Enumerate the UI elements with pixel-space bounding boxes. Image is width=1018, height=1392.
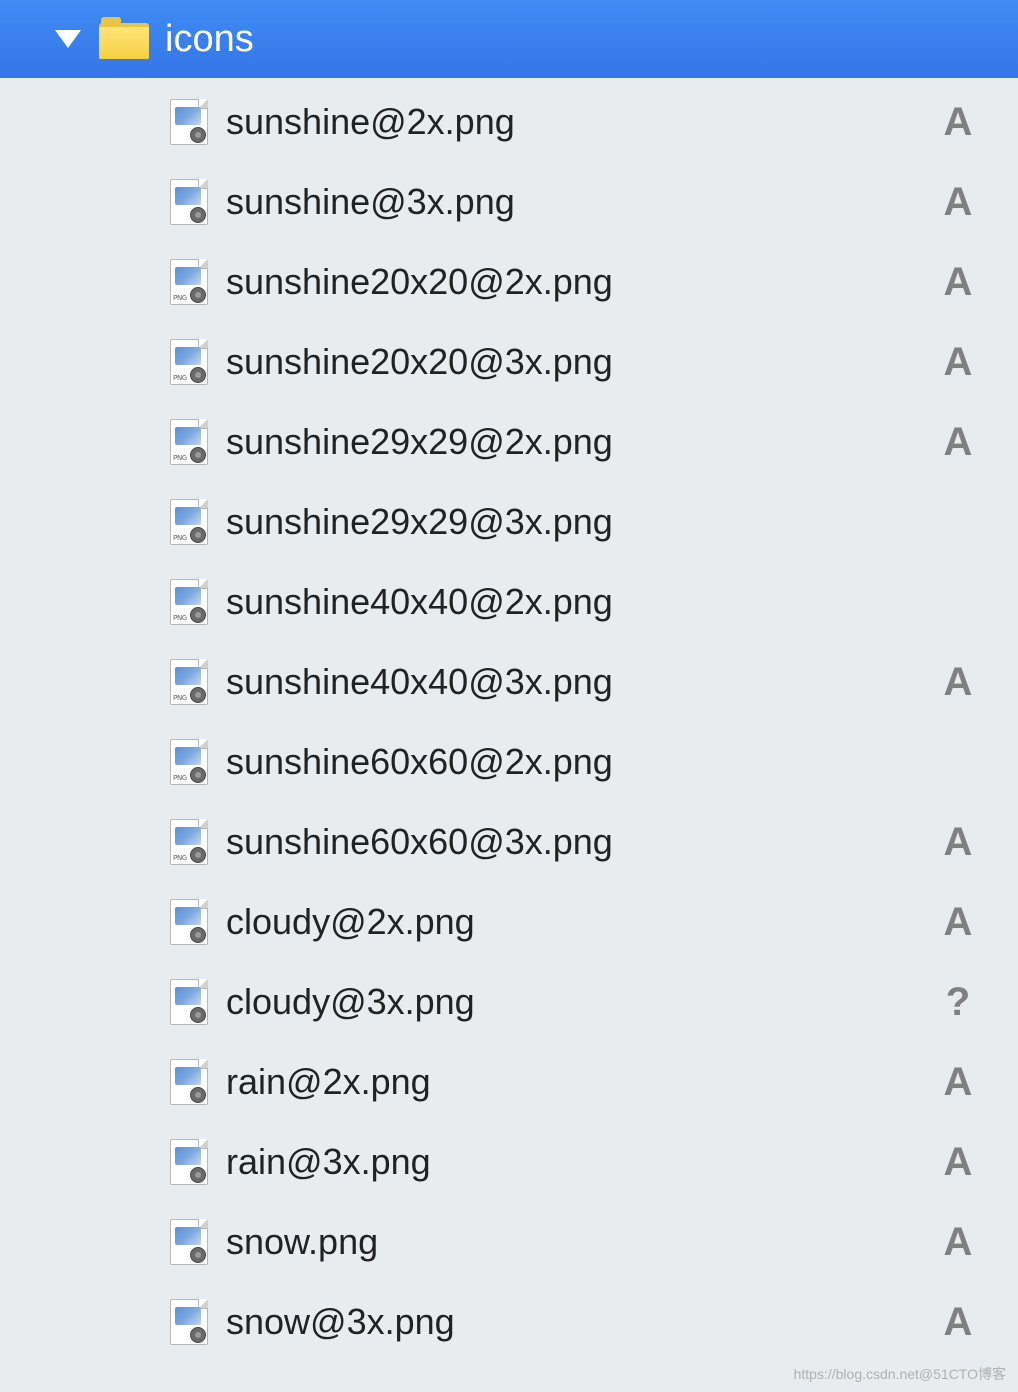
file-name: sunshine40x40@2x.png [226,581,938,623]
file-row[interactable]: cloudy@3x.png? [0,962,1018,1042]
file-row[interactable]: snow.pngA [0,1202,1018,1282]
file-row[interactable]: cloudy@2x.pngA [0,882,1018,962]
png-file-icon [170,1139,208,1185]
png-badge: PNG [173,695,187,702]
vcs-status-badge: A [938,660,978,705]
file-list: sunshine@2x.pngAsunshine@3x.pngAPNGsunsh… [0,78,1018,1362]
png-file-icon: PNG [170,499,208,545]
png-file-icon [170,1219,208,1265]
png-file-icon [170,979,208,1025]
file-row[interactable]: PNG sunshine20x20@3x.pngA [0,322,1018,402]
png-file-icon: PNG [170,739,208,785]
file-name: sunshine60x60@2x.png [226,741,938,783]
folder-icon [99,19,149,59]
file-row[interactable]: snow@3x.pngA [0,1282,1018,1362]
vcs-status-badge: A [938,100,978,145]
png-file-icon [170,99,208,145]
file-name: sunshine20x20@2x.png [226,261,938,303]
file-row[interactable]: sunshine@3x.pngA [0,162,1018,242]
file-row[interactable]: PNG sunshine60x60@3x.pngA [0,802,1018,882]
vcs-status-badge: A [938,260,978,305]
vcs-status-badge: ? [938,980,978,1025]
file-row[interactable]: sunshine@2x.pngA [0,82,1018,162]
file-row[interactable]: rain@2x.pngA [0,1042,1018,1122]
vcs-status-badge: A [938,1300,978,1345]
png-file-icon [170,179,208,225]
disclosure-triangle-icon[interactable] [55,30,81,48]
png-badge: PNG [173,295,187,302]
png-file-icon: PNG [170,579,208,625]
file-name: cloudy@3x.png [226,981,938,1023]
png-badge: PNG [173,615,187,622]
vcs-status-badge: A [938,340,978,385]
file-row[interactable]: PNG sunshine60x60@2x.png [0,722,1018,802]
file-row[interactable]: PNG sunshine40x40@2x.png [0,562,1018,642]
file-name: sunshine@2x.png [226,101,938,143]
vcs-status-badge: A [938,1220,978,1265]
watermark-text: https://blog.csdn.net@51CTO博客 [794,1364,1006,1384]
file-row[interactable]: PNG sunshine29x29@3x.png [0,482,1018,562]
png-file-icon: PNG [170,259,208,305]
file-row[interactable]: rain@3x.pngA [0,1122,1018,1202]
file-name: snow.png [226,1221,938,1263]
file-name: sunshine20x20@3x.png [226,341,938,383]
png-badge: PNG [173,535,187,542]
file-name: cloudy@2x.png [226,901,938,943]
vcs-status-badge: A [938,1060,978,1105]
file-name: sunshine29x29@2x.png [226,421,938,463]
file-row[interactable]: PNG sunshine29x29@2x.pngA [0,402,1018,482]
file-name: rain@2x.png [226,1061,938,1103]
file-row[interactable]: PNG sunshine40x40@3x.pngA [0,642,1018,722]
file-name: sunshine29x29@3x.png [226,501,938,543]
png-badge: PNG [173,855,187,862]
png-file-icon [170,1059,208,1105]
file-name: sunshine@3x.png [226,181,938,223]
png-file-icon: PNG [170,659,208,705]
png-file-icon: PNG [170,819,208,865]
png-file-icon: PNG [170,419,208,465]
vcs-status-badge: A [938,1140,978,1185]
png-file-icon: PNG [170,339,208,385]
file-name: sunshine40x40@3x.png [226,661,938,703]
png-file-icon [170,899,208,945]
png-badge: PNG [173,375,187,382]
vcs-status-badge: A [938,180,978,225]
vcs-status-badge: A [938,820,978,865]
png-badge: PNG [173,775,187,782]
file-name: rain@3x.png [226,1141,938,1183]
folder-name: icons [165,18,254,61]
vcs-status-badge: A [938,900,978,945]
file-name: snow@3x.png [226,1301,938,1343]
file-row[interactable]: PNG sunshine20x20@2x.pngA [0,242,1018,322]
png-file-icon [170,1299,208,1345]
file-name: sunshine60x60@3x.png [226,821,938,863]
vcs-status-badge: A [938,420,978,465]
folder-header-row[interactable]: icons [0,0,1018,78]
png-badge: PNG [173,455,187,462]
